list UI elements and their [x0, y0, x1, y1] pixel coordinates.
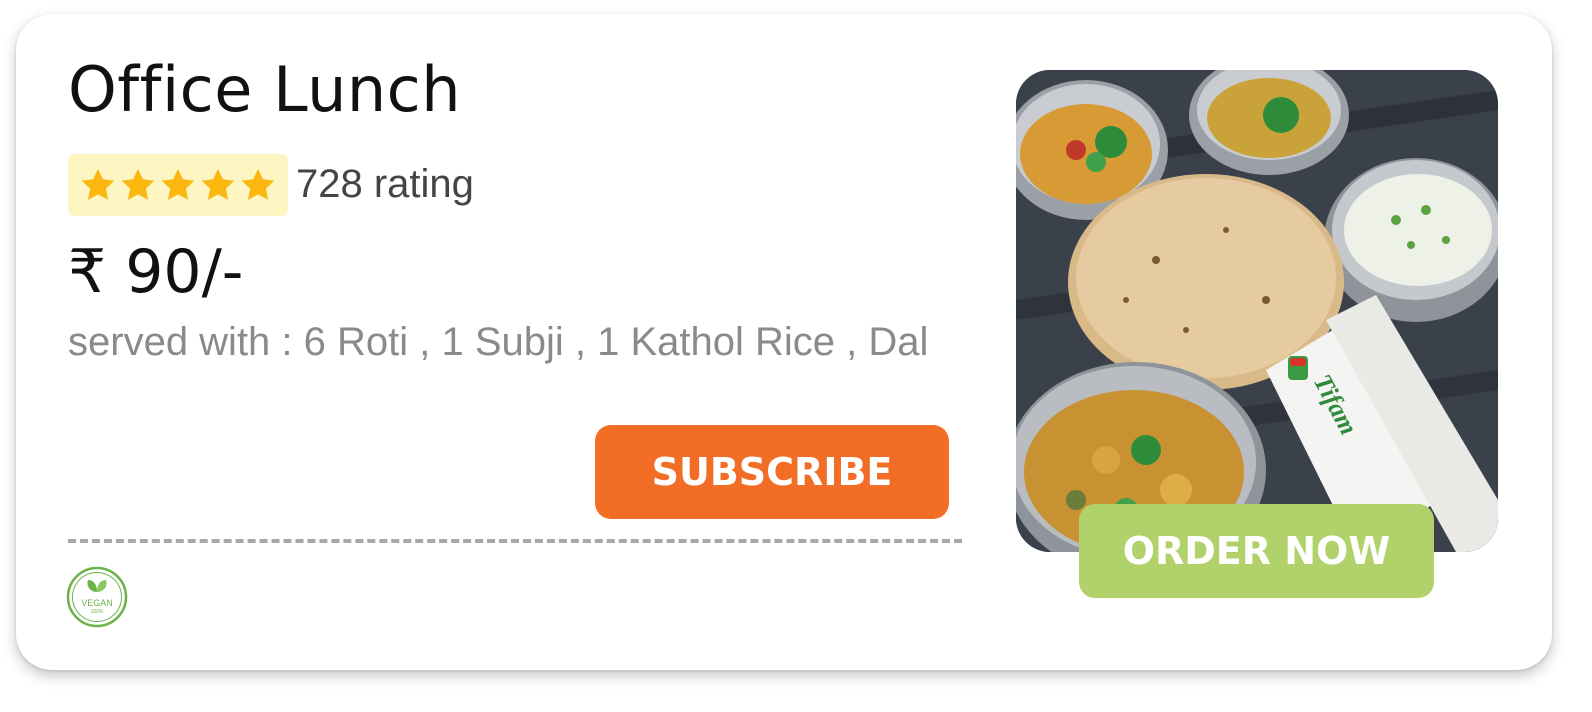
star-icon [241, 168, 275, 200]
vegan-badge-icon: VEGAN 100% [66, 566, 128, 628]
rating-count: 728 rating [296, 162, 474, 206]
vegan-badge-label: VEGAN [81, 598, 113, 608]
star-icon [81, 168, 115, 200]
dashed-divider [68, 539, 962, 543]
meal-photo: Tifam [1016, 70, 1498, 552]
meal-title: Office Lunch [68, 53, 462, 126]
meal-price: ₹ 90/- [68, 237, 244, 307]
served-with-text: served with : 6 Roti , 1 Subji , 1 Katho… [68, 320, 929, 364]
subscribe-button[interactable]: SUBSCRIBE [595, 425, 949, 519]
food-photo-icon: Tifam [1016, 70, 1498, 552]
star-rating [68, 154, 288, 216]
star-icon [201, 168, 235, 200]
star-icon [161, 168, 195, 200]
order-now-button[interactable]: ORDER NOW [1079, 504, 1434, 598]
meal-card: Office Lunch 728 rating ₹ 90/- served wi… [16, 14, 1552, 670]
vegan-badge-sublabel: 100% [91, 609, 104, 615]
star-icon [121, 168, 155, 200]
